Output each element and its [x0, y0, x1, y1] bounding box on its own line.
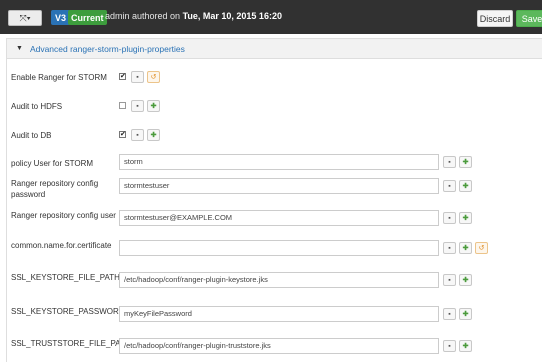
undo-button[interactable]: ↺	[147, 71, 160, 83]
lock-button[interactable]: ▪	[443, 180, 456, 192]
lock-button[interactable]: ▪	[131, 100, 144, 112]
property-label: SSL_TRUSTSTORE_FILE_PATH	[11, 339, 131, 348]
plus-button[interactable]: ✚	[459, 242, 472, 254]
property-row: SSL_TRUSTSTORE_FILE_PATH/etc/hadoop/conf…	[7, 338, 542, 362]
property-row: common.name.for.certificate ▪ ✚ ↺	[7, 240, 542, 270]
property-row: SSL_KEYSTORE_FILE_PATH/etc/hadoop/conf/r…	[7, 272, 542, 302]
save-button[interactable]: Save	[516, 10, 542, 27]
config-panel: ▼ Advanced ranger-storm-plugin-propertie…	[6, 38, 542, 362]
lock-icon: ▪	[448, 276, 451, 284]
lock-button[interactable]: ▪	[131, 71, 144, 83]
lock-icon: ▪	[136, 131, 139, 139]
property-input[interactable]: storm	[119, 154, 439, 170]
property-row: SSL_KEYSTORE_PASSWORD myKeyFilePassword ▪ ✚	[7, 306, 542, 336]
lock-icon: ▪	[448, 342, 451, 350]
property-label: Audit to DB	[11, 131, 52, 140]
lock-button[interactable]: ▪	[443, 212, 456, 224]
plus-button[interactable]: ✚	[147, 129, 160, 141]
lock-icon: ▪	[448, 158, 451, 166]
undo-icon: ↺	[478, 245, 485, 252]
property-input[interactable]	[119, 240, 439, 256]
lock-icon: ▪	[448, 244, 451, 252]
discard-button[interactable]: Discard	[477, 10, 513, 27]
plus-button[interactable]: ✚	[459, 274, 472, 286]
lock-button[interactable]: ▪	[443, 156, 456, 168]
property-input[interactable]: stormtestuser@EXAMPLE.COM	[119, 210, 439, 226]
property-row: Ranger repository config password stormte…	[7, 178, 542, 208]
lock-button[interactable]: ▪	[443, 340, 456, 352]
panel-title[interactable]: Advanced ranger-storm-plugin-properties	[30, 44, 185, 54]
top-toolbar: ⤧▾ V3 Current admin authored on Tue, Mar…	[0, 0, 542, 34]
lock-icon: ▪	[136, 73, 139, 81]
property-label: policy User for STORM	[11, 159, 94, 168]
plus-icon: ✚	[462, 183, 469, 190]
lock-icon: ▪	[448, 310, 451, 318]
property-label: SSL_KEYSTORE_FILE_PATH	[11, 273, 120, 282]
plus-icon: ✚	[462, 343, 469, 350]
property-label: Audit to HDFS	[11, 102, 63, 111]
property-label: Ranger repository config user	[11, 211, 116, 220]
plus-icon: ✚	[150, 132, 157, 139]
panel-header[interactable]: ▼ Advanced ranger-storm-plugin-propertie…	[7, 39, 542, 59]
current-badge: Current	[68, 10, 107, 25]
plus-button[interactable]: ✚	[459, 212, 472, 224]
property-row: Ranger repository config user stormtestus…	[7, 210, 542, 240]
undo-icon: ↺	[150, 74, 157, 81]
plus-icon: ✚	[150, 103, 157, 110]
property-input[interactable]: /etc/hadoop/conf/ranger-plugin-keystore.…	[119, 272, 439, 288]
lock-button[interactable]: ▪	[443, 274, 456, 286]
property-label: SSL_KEYSTORE_PASSWORD	[11, 307, 125, 316]
authored-prefix: admin authored on	[105, 11, 183, 21]
plus-button[interactable]: ✚	[459, 180, 472, 192]
caret-down-icon: ▼	[16, 45, 23, 52]
plus-button[interactable]: ✚	[459, 340, 472, 352]
authored-date: Tue, Mar 10, 2015 16:20	[182, 11, 282, 21]
property-checkbox[interactable]: ✔	[119, 73, 126, 80]
property-row: Audit to HDFS ▪ ✚	[7, 97, 542, 127]
property-input[interactable]: /etc/hadoop/conf/ranger-plugin-truststor…	[119, 338, 439, 354]
version-switcher-button[interactable]: ⤧▾	[8, 10, 42, 26]
plus-icon: ✚	[462, 277, 469, 284]
lock-button[interactable]: ▪	[131, 129, 144, 141]
property-label: common.name.for.certificate	[11, 241, 112, 250]
property-checkbox[interactable]	[119, 102, 126, 109]
plus-icon: ✚	[462, 245, 469, 252]
undo-button[interactable]: ↺	[475, 242, 488, 254]
lock-icon: ▪	[448, 182, 451, 190]
lock-button[interactable]: ▪	[443, 308, 456, 320]
plus-icon: ✚	[462, 311, 469, 318]
property-label: Enable Ranger for STORM	[11, 73, 107, 82]
plus-icon: ✚	[462, 159, 469, 166]
plus-button[interactable]: ✚	[459, 308, 472, 320]
plus-button[interactable]: ✚	[147, 100, 160, 112]
authored-info: admin authored on Tue, Mar 10, 2015 16:2…	[105, 11, 282, 21]
lock-icon: ▪	[136, 102, 139, 110]
property-label: Ranger repository config password	[11, 179, 99, 199]
lock-icon: ▪	[448, 214, 451, 222]
property-input[interactable]: myKeyFilePassword	[119, 306, 439, 322]
property-checkbox[interactable]: ✔	[119, 131, 126, 138]
property-input[interactable]: stormtestuser	[119, 178, 439, 194]
lock-button[interactable]: ▪	[443, 242, 456, 254]
plus-icon: ✚	[462, 215, 469, 222]
plus-button[interactable]: ✚	[459, 156, 472, 168]
